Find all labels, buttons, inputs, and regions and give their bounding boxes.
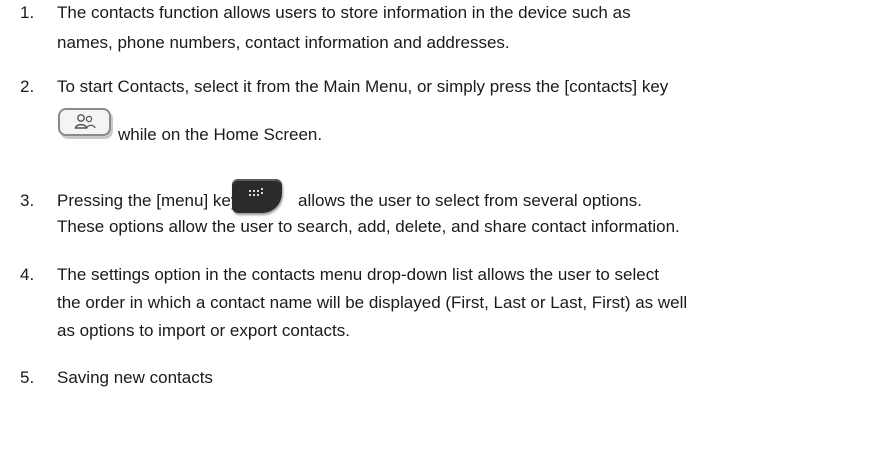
menu-key-icon [232,179,282,213]
list-item-text: These options allow the user to search, … [57,217,680,236]
list-item-text: Pressing the [menu] key [57,191,240,210]
list-item-number: 5. [20,368,35,387]
list-item-text: allows the user to select from several o… [298,191,642,210]
list-item-text: The settings option in the contacts menu… [57,265,659,284]
list-item-text: names, phone numbers, contact informatio… [57,33,510,52]
list-item-number: 1. [20,3,35,22]
list-item-number: 2. [20,77,35,96]
list-item-text: as options to import or export contacts. [57,321,350,340]
list-item-number: 3. [20,191,35,210]
list-item-text: To start Contacts, select it from the Ma… [57,77,669,96]
contacts-key-icon [58,108,111,136]
list-item-text: while on the Home Screen. [118,125,323,144]
list-item-number: 4. [20,265,35,284]
contacts-person-glyph [74,114,96,129]
menu-grid-glyph [249,188,263,196]
list-item-text: the order in which a contact name will b… [57,293,688,312]
list-item-text: The contacts function allows users to st… [57,3,631,22]
list-item-text: Saving new contacts [57,368,213,387]
